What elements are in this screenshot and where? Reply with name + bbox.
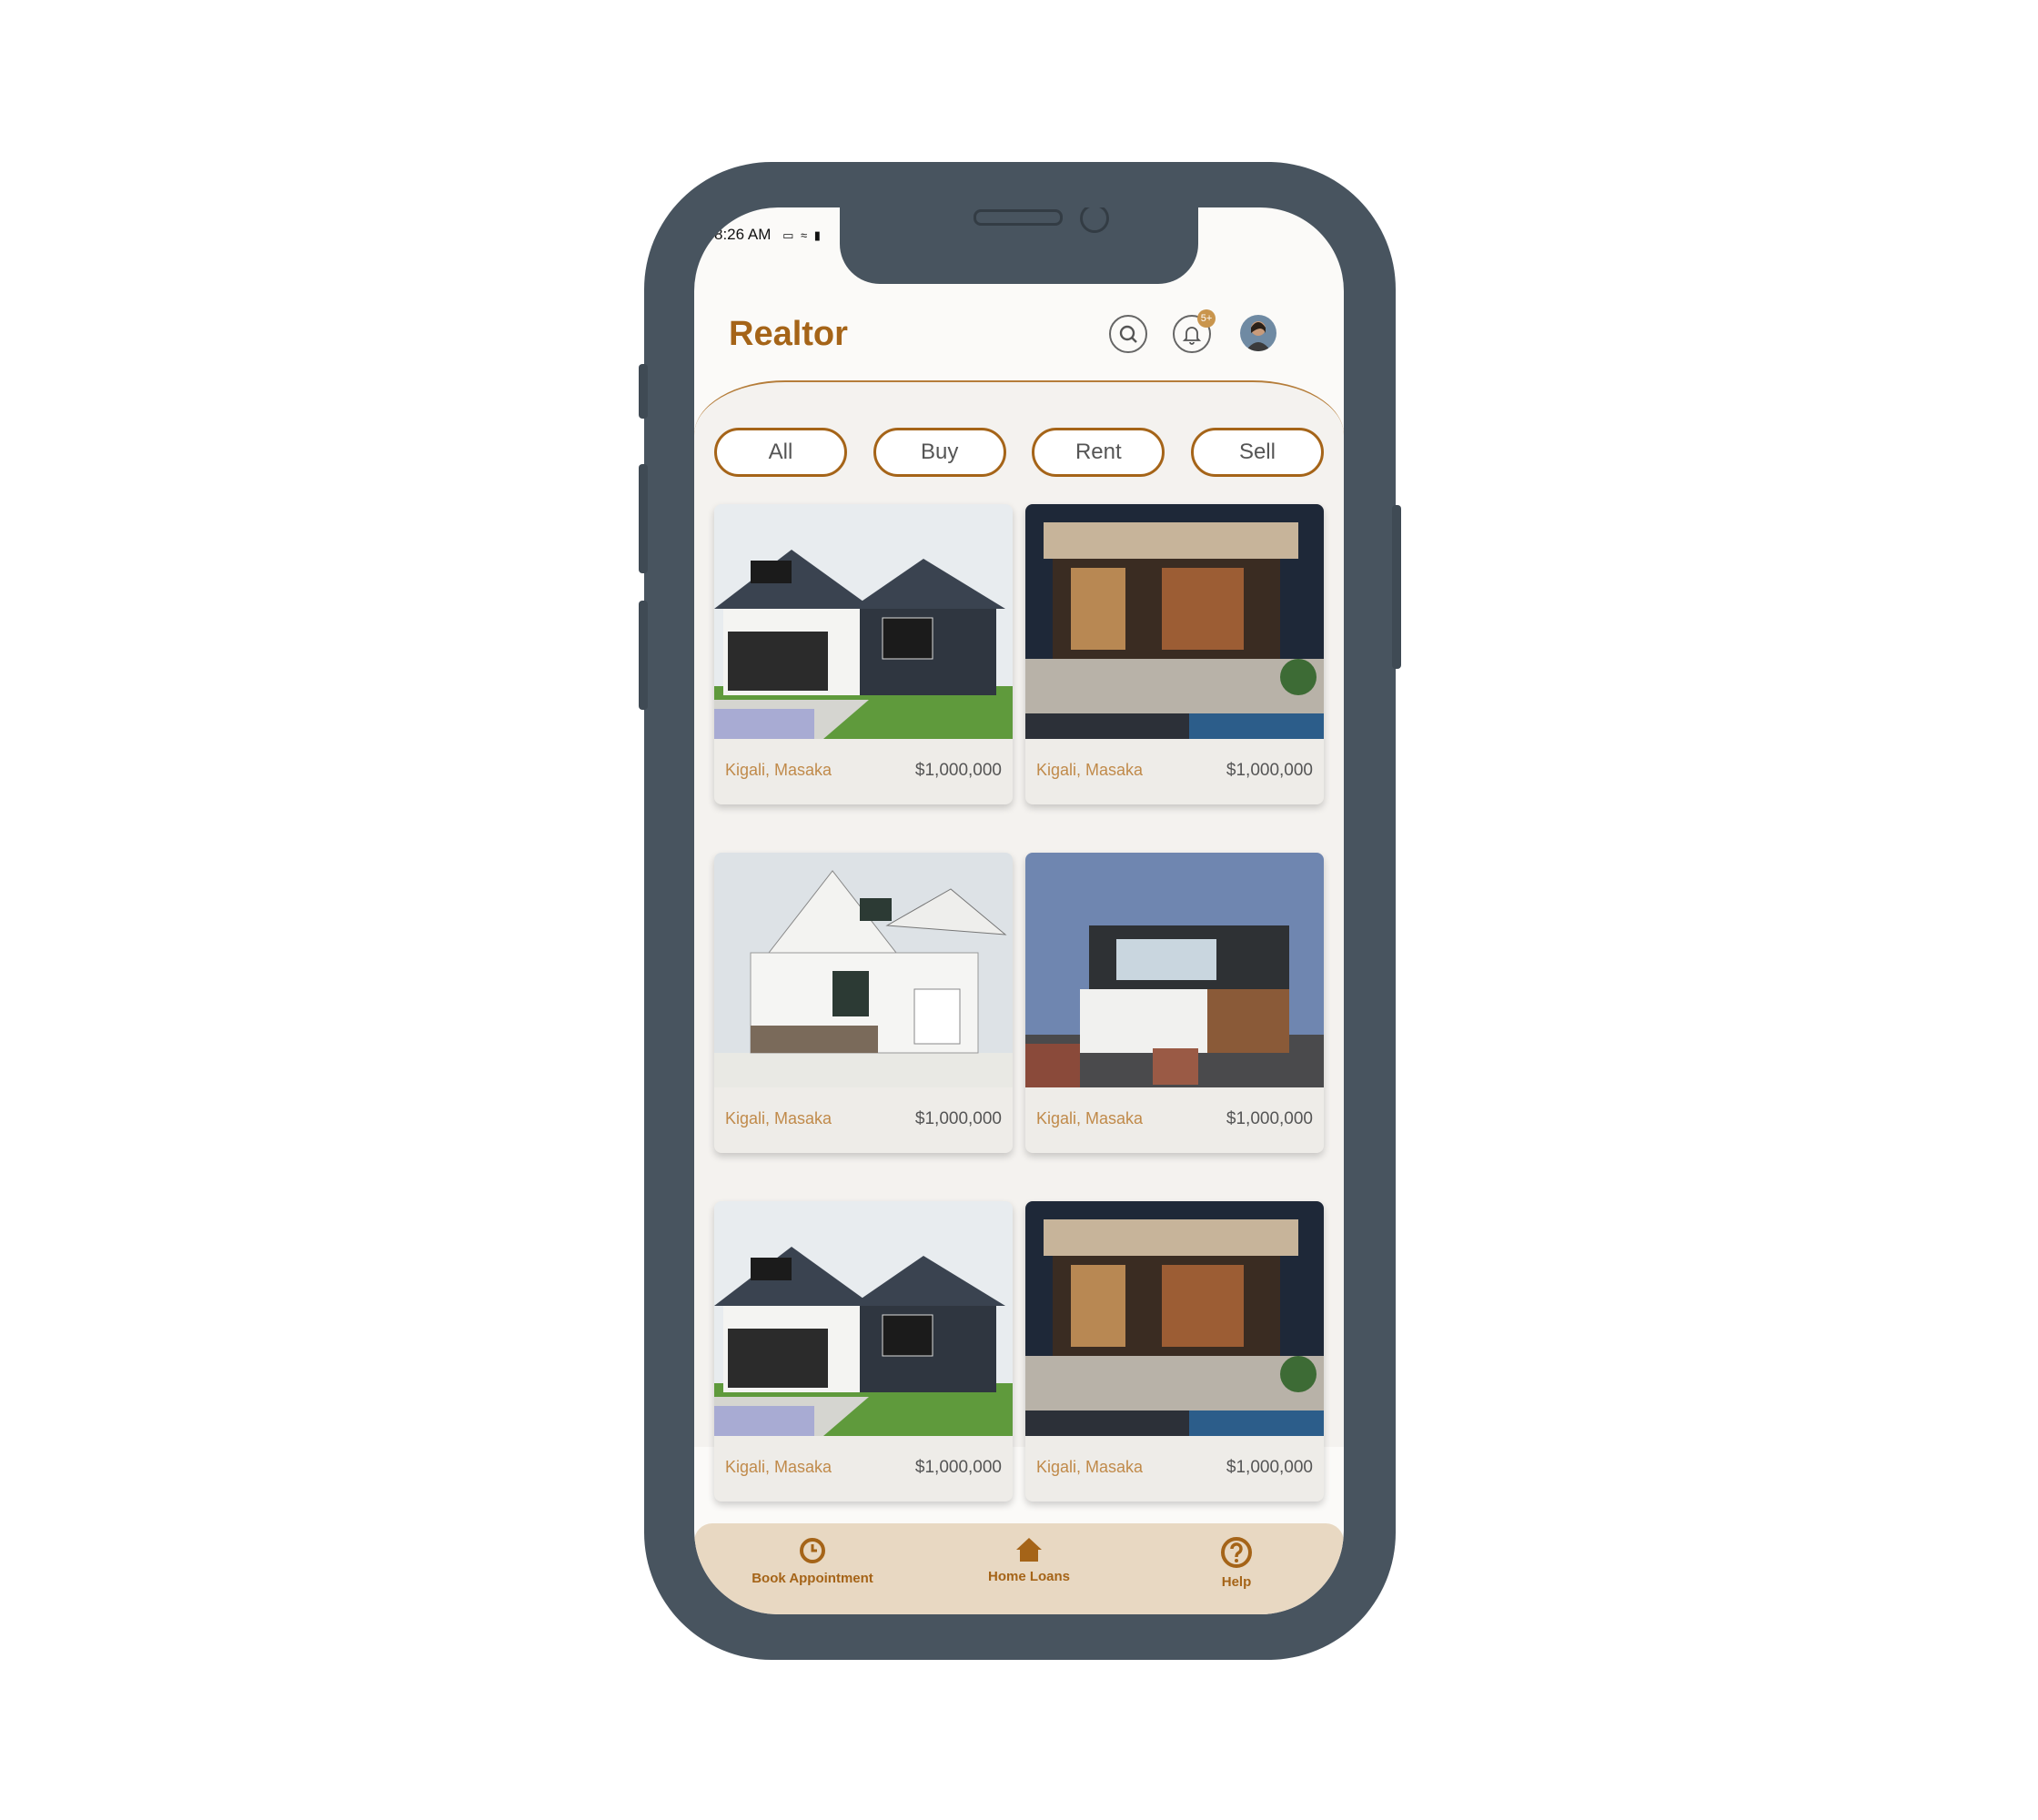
search-button[interactable] (1109, 315, 1147, 353)
listing-price: $1,000,000 (914, 1109, 1002, 1128)
volume-up-button (639, 464, 648, 573)
help-icon (1221, 1537, 1252, 1568)
listing-location: Kigali, Masaka (1036, 1109, 1144, 1127)
tab-label: Book Appointment (752, 1571, 873, 1586)
house-photo (714, 1201, 1013, 1436)
tab-help[interactable]: Help (1191, 1536, 1282, 1590)
camera (1080, 207, 1109, 233)
listing-location: Kigali, Masaka (725, 761, 832, 779)
listing-price: $1,000,000 (1226, 761, 1313, 780)
house-photo (1025, 1201, 1324, 1436)
listing-location: Kigali, Masaka (1036, 1458, 1144, 1476)
listing-price: $1,000,000 (914, 761, 1002, 780)
tab-home-loans[interactable]: Home Loans (965, 1536, 1093, 1584)
status-time: 8:26 AM (714, 226, 772, 243)
status-bar: 8:26 AM ▭ ≈ ▮ (714, 226, 822, 244)
house-photo (714, 504, 1013, 739)
search-icon (1119, 325, 1137, 343)
bottom-tab-bar: Book Appointment Home Loans Help (694, 1523, 1344, 1614)
status-icons: ▭ ≈ ▮ (782, 228, 822, 242)
tab-book-appointment[interactable]: Book Appointment (740, 1536, 885, 1586)
filter-buy-button[interactable]: Buy (873, 428, 1006, 477)
home-icon (1016, 1538, 1042, 1562)
listing-price: $1,000,000 (1226, 1109, 1313, 1128)
clock-icon (800, 1538, 825, 1563)
listings-panel: All Buy Rent Sell Kigali, Masaka $1,000,… (694, 380, 1344, 1502)
tab-label: Help (1221, 1574, 1252, 1590)
listing-card[interactable]: Kigali, Masaka $1,000,000 (714, 853, 1013, 1153)
listing-card[interactable]: Kigali, Masaka $1,000,000 (1025, 1201, 1324, 1502)
avatar-image (1240, 315, 1276, 351)
notch (840, 207, 1198, 284)
bell-icon (1182, 327, 1202, 345)
mute-switch (639, 364, 648, 419)
listing-card[interactable]: Kigali, Masaka $1,000,000 (714, 1201, 1013, 1502)
app-screen: 8:26 AM ▭ ≈ ▮ Realtor 5+ All Buy Rent Se… (694, 207, 1344, 1614)
listing-card[interactable]: Kigali, Masaka $1,000,000 (1025, 853, 1324, 1153)
app-title: Realtor (729, 315, 848, 353)
listing-location: Kigali, Masaka (725, 1458, 832, 1476)
speaker (974, 209, 1063, 226)
power-button (1392, 505, 1401, 669)
listing-card[interactable]: Kigali, Masaka $1,000,000 (1025, 504, 1324, 804)
filter-bar: All Buy Rent Sell (714, 428, 1324, 477)
listing-location: Kigali, Masaka (725, 1109, 832, 1127)
house-photo (1025, 504, 1324, 739)
filter-all-button[interactable]: All (714, 428, 847, 477)
listing-location: Kigali, Masaka (1036, 761, 1144, 779)
avatar[interactable] (1240, 315, 1276, 351)
notification-badge: 5+ (1197, 309, 1216, 328)
tab-label: Home Loans (987, 1569, 1070, 1584)
filter-rent-button[interactable]: Rent (1032, 428, 1165, 477)
house-photo (1025, 853, 1324, 1087)
volume-down-button (639, 601, 648, 710)
listing-price: $1,000,000 (914, 1458, 1002, 1477)
listing-card[interactable]: Kigali, Masaka $1,000,000 (714, 504, 1013, 804)
house-photo (714, 853, 1013, 1087)
filter-sell-button[interactable]: Sell (1190, 428, 1324, 477)
listing-price: $1,000,000 (1226, 1458, 1313, 1477)
